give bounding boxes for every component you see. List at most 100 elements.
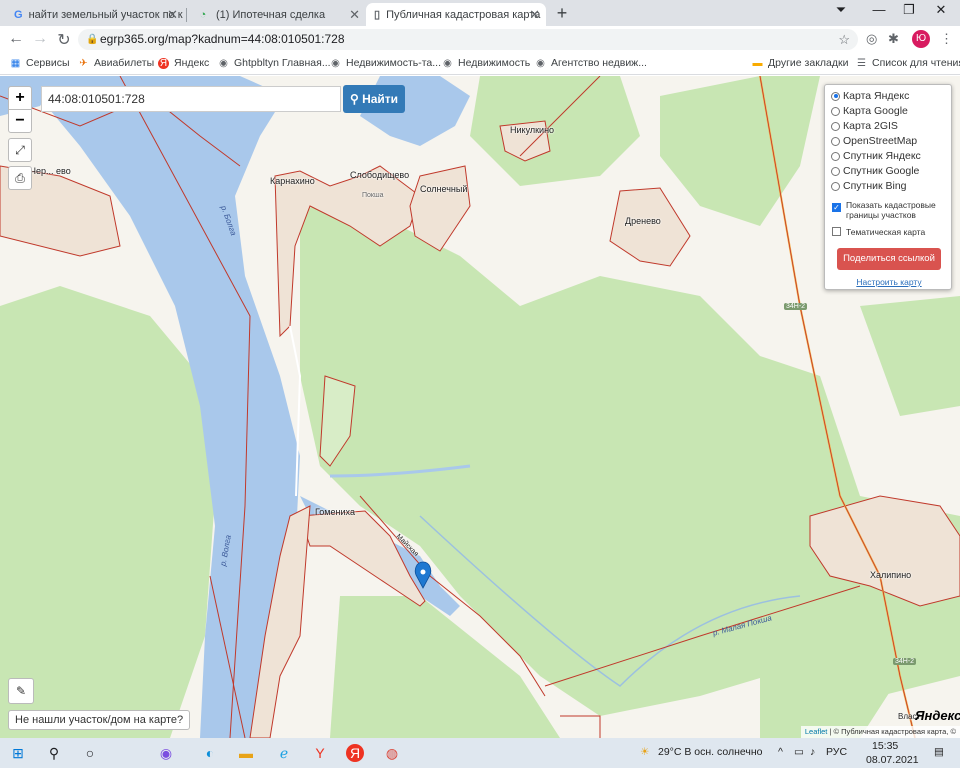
- close-icon[interactable]: ✕: [529, 7, 540, 23]
- map-label-pokha: Покша: [362, 192, 384, 199]
- clock-date[interactable]: 08.07.2021: [866, 754, 919, 766]
- map-label-solnechny: Солнечный: [420, 184, 468, 194]
- cadastral-search-input[interactable]: [41, 86, 341, 112]
- volume-icon[interactable]: ♪: [810, 746, 815, 758]
- forward-icon[interactable]: →: [30, 30, 50, 48]
- map-label-gomenikha: Гоменихa: [315, 507, 355, 517]
- bookmark-realty-ta[interactable]: ◉ Недвижимость-та...: [330, 57, 441, 69]
- reload-icon[interactable]: ↻: [54, 30, 74, 50]
- minimize-button[interactable]: —: [864, 2, 894, 17]
- tab-google-search[interactable]: G найти земельный участок по к ✕: [6, 3, 184, 26]
- globe-icon: ◉: [536, 57, 545, 69]
- map-tiles: [0, 76, 960, 738]
- chrome-icon[interactable]: ◍: [382, 744, 402, 762]
- ruler-icon[interactable]: ✎: [8, 678, 34, 704]
- map-label-slobodishchevo: Слободищево: [350, 170, 410, 180]
- tab-title: найти земельный участок по к: [28, 8, 183, 21]
- leaflet-link[interactable]: Leaflet: [805, 727, 828, 736]
- share-link-button[interactable]: Поделиться ссылкой: [837, 248, 941, 270]
- print-icon[interactable]: ⎙: [8, 166, 32, 190]
- extension-globe-icon[interactable]: ◎: [866, 31, 877, 47]
- windows-start-icon[interactable]: ⊞: [8, 744, 28, 762]
- bookmark-yandex[interactable]: Я Яндекс: [158, 57, 209, 69]
- back-icon[interactable]: ←: [6, 30, 26, 48]
- bookmark-other[interactable]: ▬ Другие закладки: [752, 57, 849, 69]
- file-explorer-icon[interactable]: ▬: [236, 744, 256, 762]
- radio-button[interactable]: [831, 136, 840, 146]
- layer-option-osm[interactable]: OpenStreetMap: [831, 135, 917, 147]
- map-label-khalipino: Халипино: [870, 570, 912, 580]
- bookmark-agency[interactable]: ◉ Агентство недвиж...: [535, 57, 647, 69]
- apps-grid-icon: ▦: [10, 57, 21, 69]
- ie-icon[interactable]: ℯ: [274, 744, 294, 762]
- configure-map-link[interactable]: Настроить карту: [825, 277, 953, 287]
- radio-button[interactable]: [831, 151, 840, 161]
- fullscreen-icon[interactable]: ⤢: [8, 138, 32, 162]
- bookmark-apps[interactable]: ▦ Сервисы: [10, 57, 70, 69]
- yandex-browser-icon[interactable]: Y: [310, 744, 330, 762]
- bookmark-star-icon[interactable]: ☆: [838, 29, 850, 50]
- layer-option-google-sat[interactable]: Спутник Google: [831, 165, 919, 177]
- find-button[interactable]: ⚲ Найти: [343, 85, 405, 113]
- bookmark-realty[interactable]: ◉ Недвижимость: [442, 57, 530, 69]
- search-icon[interactable]: ⚲: [44, 744, 64, 762]
- bookmark-ghtpbltyn[interactable]: ◉ Ghtpbltyn Главная...: [218, 57, 330, 69]
- cadastral-map[interactable]: Карнахино Слободищево Солнечный Никулкин…: [0, 76, 960, 738]
- thematic-map-checkbox[interactable]: [832, 227, 841, 236]
- avatar[interactable]: Ю: [912, 30, 930, 48]
- map-label-nikulkino: Никулкино: [510, 125, 555, 135]
- task-view-icon[interactable]: ○: [80, 744, 100, 762]
- url-text: egrp365.org/map?kadnum=44:08:010501:728: [100, 32, 345, 46]
- tab-search-icon[interactable]: ⏷: [826, 2, 856, 18]
- layer-switcher-panel: Карта Яндекс Карта Google Карта 2GIS Ope…: [824, 84, 952, 290]
- maximize-button[interactable]: ❐: [894, 2, 924, 18]
- layer-option-yandex-map[interactable]: Карта Яндекс: [831, 90, 909, 102]
- keyboard-language[interactable]: РУС: [826, 746, 847, 758]
- yandex-app-icon[interactable]: Я: [346, 744, 364, 762]
- close-window-button[interactable]: ✕: [926, 2, 956, 18]
- not-found-help-button[interactable]: Не нашли участок/дом на карте?: [8, 710, 191, 730]
- close-icon[interactable]: ✕: [167, 7, 178, 23]
- zoom-in-button[interactable]: +: [8, 86, 32, 110]
- plane-icon: ✈: [79, 57, 88, 69]
- radio-button[interactable]: [831, 166, 840, 176]
- alice-icon[interactable]: ◉: [156, 744, 176, 762]
- windows-taskbar: ⊞ ⚲ ○ ◉ ◐ ▬ ℯ Y Я ◍ ☀ 29°C В осн. солнеч…: [0, 738, 960, 768]
- map-label-chernyshevo: Чер... ево: [30, 166, 71, 176]
- layer-option-2gis-map[interactable]: Карта 2GIS: [831, 120, 898, 132]
- weather-text[interactable]: 29°C В осн. солнечно: [658, 746, 763, 758]
- map-label-karnakhino: Карнахино: [270, 176, 315, 186]
- radio-button[interactable]: [831, 121, 840, 131]
- tray-chevron-icon[interactable]: ^: [778, 746, 783, 758]
- extensions-puzzle-icon[interactable]: ✱: [888, 31, 899, 47]
- tab-mortgage[interactable]: ◔ (1) Ипотечная сделка ✕: [188, 3, 366, 26]
- chat-icon: ◔: [199, 8, 207, 21]
- layer-option-bing-sat[interactable]: Спутник Bing: [831, 180, 907, 192]
- close-icon[interactable]: ✕: [349, 7, 360, 23]
- layer-option-yandex-sat[interactable]: Спутник Яндекс: [831, 150, 921, 162]
- reading-list[interactable]: ☰ Список для чтения: [856, 57, 960, 69]
- road-sign: 34Н-2: [784, 303, 808, 310]
- thematic-map-label: Тематическая карта: [846, 227, 926, 237]
- radio-button[interactable]: [831, 106, 840, 116]
- bookmark-avia[interactable]: ✈ Авиабилеты: [78, 57, 154, 69]
- bookmarks-bar: ▦ Сервисы ✈ Авиабилеты Я Яндекс ◉ Ghtpbltyn …: [0, 53, 960, 75]
- address-bar[interactable]: 🔒 egrp365.org/map?kadnum=44:08:010501:72…: [78, 29, 858, 50]
- new-tab-button[interactable]: +: [552, 3, 572, 24]
- network-icon[interactable]: ▭: [794, 746, 804, 758]
- globe-icon: ◉: [331, 57, 340, 69]
- radio-button[interactable]: [831, 181, 840, 191]
- cadastral-boundaries-checkbox[interactable]: ✓: [832, 203, 841, 212]
- map-label-drenevo: Дренево: [625, 216, 661, 226]
- menu-kebab-icon[interactable]: ⋮: [940, 31, 953, 47]
- layer-option-google-map[interactable]: Карта Google: [831, 105, 908, 117]
- zoom-out-button[interactable]: −: [8, 109, 32, 133]
- google-icon: G: [14, 8, 23, 21]
- clock-time[interactable]: 15:35: [872, 740, 898, 752]
- notifications-icon[interactable]: ▤: [934, 746, 944, 758]
- radio-button[interactable]: [831, 91, 840, 101]
- search-icon: ⚲: [349, 92, 359, 106]
- yandex-logo: Яндекс: [915, 708, 960, 723]
- tab-cadastral-map[interactable]: ▯ Публичная кадастровая карта ✕: [366, 3, 546, 26]
- edge-icon[interactable]: ◐: [200, 744, 220, 762]
